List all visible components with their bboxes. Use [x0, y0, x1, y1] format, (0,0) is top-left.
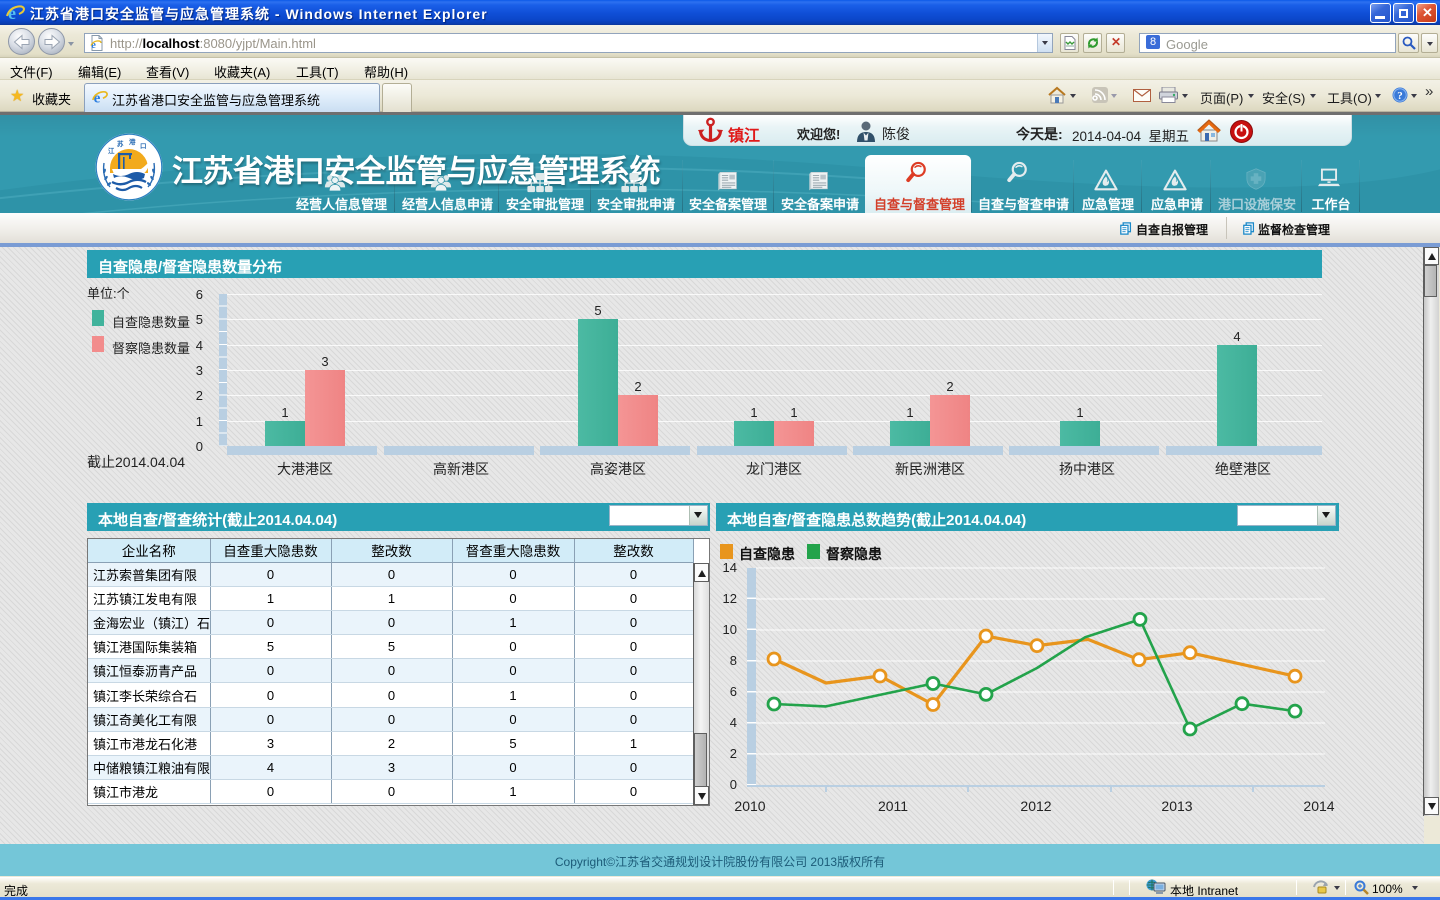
svg-text:苏: 苏 — [117, 139, 124, 148]
svg-text:?: ? — [1397, 90, 1403, 102]
svg-text:江: 江 — [108, 146, 115, 155]
svg-text:港: 港 — [129, 137, 136, 146]
svg-text:口: 口 — [140, 142, 147, 150]
